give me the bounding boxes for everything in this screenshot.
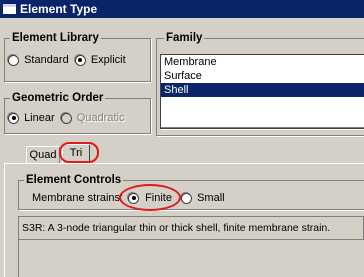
finite-highlight-ring xyxy=(119,184,181,211)
description-bottom-border xyxy=(18,240,19,277)
geometric-order-options: Linear Quadratic xyxy=(8,112,124,125)
tab-quad[interactable]: Quad xyxy=(26,146,60,163)
element-library-options: Standard Explicit xyxy=(8,54,126,67)
membrane-strains-label: Membrane strains: xyxy=(32,192,124,204)
family-item-shell[interactable]: Shell xyxy=(161,83,364,97)
tri-tab-highlight-ring xyxy=(59,142,99,163)
family-legend: Family xyxy=(164,32,205,44)
family-item-surface[interactable]: Surface xyxy=(161,69,364,83)
small-label[interactable]: Small xyxy=(197,192,225,204)
window-title: Element Type xyxy=(20,2,98,16)
window-icon xyxy=(3,4,16,14)
element-controls-legend: Element Controls xyxy=(24,174,124,186)
family-listbox[interactable]: Membrane Surface Shell xyxy=(160,54,364,129)
family-item-membrane[interactable]: Membrane xyxy=(161,55,364,69)
standard-radio[interactable] xyxy=(8,54,19,66)
explicit-radio[interactable] xyxy=(74,54,86,66)
small-radio[interactable] xyxy=(181,192,193,204)
linear-radio[interactable] xyxy=(8,112,19,124)
element-library-legend: Element Library xyxy=(10,32,101,44)
linear-label[interactable]: Linear xyxy=(24,112,55,124)
quadratic-label[interactable]: Quadratic xyxy=(77,112,125,124)
quadratic-radio[interactable] xyxy=(60,112,72,124)
geometric-order-legend: Geometric Order xyxy=(10,92,106,104)
explicit-label[interactable]: Explicit xyxy=(91,54,126,66)
standard-label[interactable]: Standard xyxy=(24,54,69,66)
element-description: S3R: A 3-node triangular thin or thick s… xyxy=(18,216,364,240)
window-title-bar[interactable]: Element Type xyxy=(0,0,364,18)
